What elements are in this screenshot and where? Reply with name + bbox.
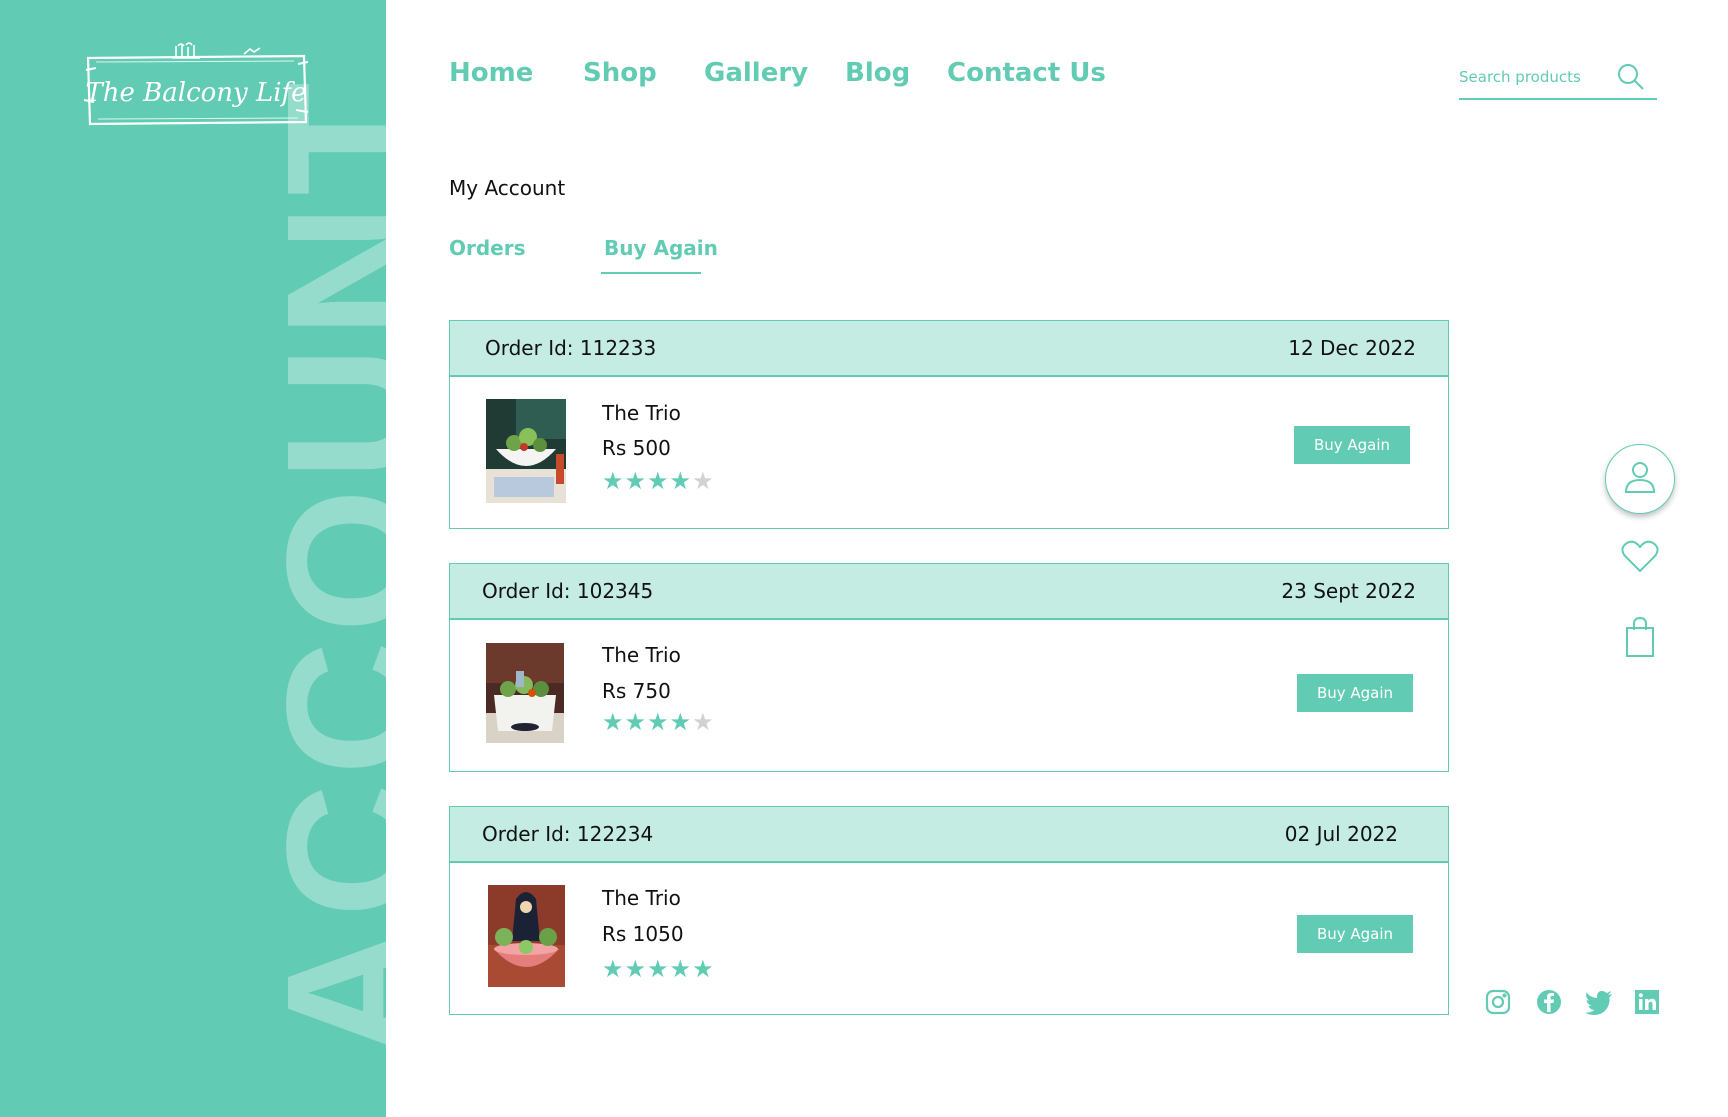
star-filled-icon: ★ bbox=[669, 708, 693, 736]
product-image[interactable] bbox=[488, 885, 565, 987]
buy-again-button[interactable]: Buy Again bbox=[1297, 674, 1413, 712]
search-bar bbox=[1459, 60, 1657, 100]
linkedin-icon[interactable] bbox=[1633, 988, 1661, 1016]
star-filled-icon: ★ bbox=[669, 955, 693, 983]
search-input[interactable] bbox=[1459, 62, 1609, 92]
star-filled-icon: ★ bbox=[602, 955, 625, 983]
star-filled-icon: ★ bbox=[647, 955, 670, 983]
account-watermark: ACCOUNT bbox=[249, 74, 386, 1060]
page-title: My Account bbox=[449, 176, 566, 200]
star-filled-icon: ★ bbox=[624, 955, 648, 983]
star-filled-icon: ★ bbox=[602, 708, 625, 736]
star-filled-icon: ★ bbox=[692, 955, 715, 983]
nav-blog[interactable]: Blog bbox=[845, 58, 910, 88]
nav-shop[interactable]: Shop bbox=[583, 58, 657, 88]
order-card: Order Id: 122234 02 Jul 2022 The Trio Rs… bbox=[449, 806, 1449, 1015]
order-date: 23 Sept 2022 bbox=[1281, 579, 1416, 603]
order-card: Order Id: 112233 12 Dec 2022 The Trio Rs… bbox=[449, 320, 1449, 529]
active-tab-indicator bbox=[601, 272, 701, 274]
star-filled-icon: ★ bbox=[624, 708, 648, 736]
heart-icon[interactable] bbox=[1621, 540, 1659, 578]
product-name[interactable]: The Trio bbox=[602, 643, 681, 667]
tab-buy-again[interactable]: Buy Again bbox=[604, 236, 718, 260]
star-filled-icon: ★ bbox=[624, 467, 648, 495]
product-image[interactable] bbox=[486, 643, 564, 743]
star-rating: ★★★★★ bbox=[602, 710, 715, 734]
order-date: 02 Jul 2022 bbox=[1284, 822, 1398, 846]
buy-again-button[interactable]: Buy Again bbox=[1294, 426, 1410, 464]
star-filled-icon: ★ bbox=[602, 467, 625, 495]
star-empty-icon: ★ bbox=[692, 467, 715, 495]
order-id: Order Id: 102345 bbox=[482, 579, 654, 603]
user-icon bbox=[1622, 459, 1658, 499]
order-header: Order Id: 112233 12 Dec 2022 bbox=[450, 321, 1448, 377]
product-price: Rs 1050 bbox=[602, 922, 684, 946]
order-date: 12 Dec 2022 bbox=[1288, 336, 1416, 360]
product-price: Rs 750 bbox=[602, 679, 671, 703]
twitter-icon[interactable] bbox=[1584, 988, 1612, 1016]
instagram-icon[interactable] bbox=[1484, 988, 1512, 1016]
buy-again-button[interactable]: Buy Again bbox=[1297, 915, 1413, 953]
product-name[interactable]: The Trio bbox=[602, 886, 681, 910]
product-name[interactable]: The Trio bbox=[602, 401, 681, 425]
star-rating: ★★★★★ bbox=[602, 469, 715, 493]
star-filled-icon: ★ bbox=[647, 708, 670, 736]
order-header: Order Id: 102345 23 Sept 2022 bbox=[450, 564, 1448, 620]
account-button[interactable] bbox=[1605, 444, 1675, 514]
order-id: Order Id: 122234 bbox=[482, 822, 654, 846]
order-header: Order Id: 122234 02 Jul 2022 bbox=[450, 807, 1448, 863]
nav-gallery[interactable]: Gallery bbox=[704, 58, 808, 88]
nav-home[interactable]: Home bbox=[449, 58, 533, 88]
star-empty-icon: ★ bbox=[692, 708, 715, 736]
shopping-bag-icon[interactable] bbox=[1625, 616, 1655, 662]
star-filled-icon: ★ bbox=[669, 467, 693, 495]
nav-contact-us[interactable]: Contact Us bbox=[947, 58, 1106, 88]
product-price: Rs 500 bbox=[602, 436, 671, 460]
search-icon[interactable] bbox=[1616, 62, 1646, 92]
facebook-icon[interactable] bbox=[1535, 988, 1563, 1016]
product-image[interactable] bbox=[486, 399, 566, 503]
sidebar: The Balcony Life ACCOUNT bbox=[0, 0, 386, 1117]
order-card: Order Id: 102345 23 Sept 2022 The Trio R… bbox=[449, 563, 1449, 772]
tab-orders[interactable]: Orders bbox=[449, 236, 526, 260]
star-rating: ★★★★★ bbox=[602, 957, 715, 981]
order-id: Order Id: 112233 bbox=[485, 336, 657, 360]
star-filled-icon: ★ bbox=[647, 467, 670, 495]
